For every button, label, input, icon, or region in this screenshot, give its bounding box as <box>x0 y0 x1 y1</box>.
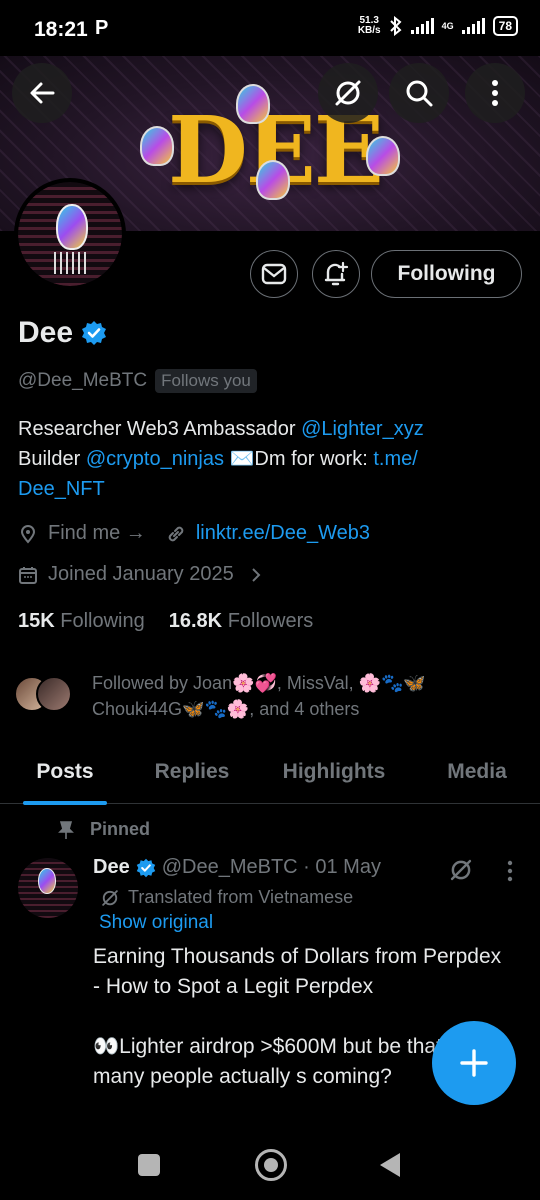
back-button[interactable] <box>12 63 72 123</box>
bio-mention-crypto-ninjas[interactable]: @crypto_ninjas <box>86 448 224 470</box>
translated-notice: Translated from Vietnamese <box>100 887 353 908</box>
link-icon <box>168 526 184 541</box>
profile-meta-joined[interactable]: Joined January 2025 <box>18 563 266 586</box>
banner-character <box>366 136 400 176</box>
follower-avatar <box>36 676 72 712</box>
compose-button[interactable] <box>432 1021 516 1105</box>
post-more-icon[interactable] <box>507 860 513 882</box>
post-grok-icon[interactable] <box>448 857 474 883</box>
verified-badge-icon[interactable] <box>81 320 107 346</box>
grok-icon <box>335 80 361 106</box>
status-bar: 18:21 P 51.3 KB/s 4G 78 <box>0 0 540 56</box>
bio-text: Researcher Web3 Ambassador <box>18 418 302 440</box>
website-link[interactable]: linktr.ee/Dee_Web3 <box>196 522 370 545</box>
tab-highlights[interactable]: Highlights <box>254 740 414 804</box>
followers-count-link[interactable]: 16.8K Followers <box>169 610 314 633</box>
tab-media[interactable]: Media <box>414 740 540 804</box>
status-icons: 51.3 KB/s 4G 78 <box>358 16 518 36</box>
battery-icon: 78 <box>492 16 518 36</box>
compose-plus-icon <box>460 1049 488 1077</box>
recents-button[interactable] <box>138 1154 160 1176</box>
home-button[interactable] <box>255 1149 287 1181</box>
show-original-link[interactable]: Show original <box>99 912 213 934</box>
followed-by-text: Followed by Joan🌸💞, MissVal, 🌸🐾🦋 Chouki4… <box>92 670 532 722</box>
location-text: Find me → <box>48 522 146 544</box>
notification-bell-plus-icon <box>324 261 349 286</box>
pin-icon <box>58 820 74 839</box>
notifications-button[interactable] <box>312 250 360 298</box>
pinned-label: Pinned <box>90 819 151 839</box>
message-icon <box>261 263 287 285</box>
following-button[interactable]: Following <box>371 250 522 298</box>
post-handle-date: @Dee_MeBTC · 01 May <box>161 856 381 878</box>
profile-name: Dee <box>18 316 74 349</box>
tab-posts[interactable]: Posts <box>0 740 130 804</box>
banner-character <box>256 160 290 200</box>
post-author-name[interactable]: Dee <box>93 856 130 879</box>
bluetooth-icon <box>389 16 402 36</box>
verified-badge-icon <box>136 858 155 877</box>
profile-name-row: Dee <box>18 316 107 350</box>
tab-replies[interactable]: Replies <box>130 740 254 804</box>
message-button[interactable] <box>250 250 298 298</box>
followed-by-line1: Followed by Joan🌸💞, MissVal, 🌸🐾🦋 <box>92 673 426 693</box>
post-author-avatar[interactable] <box>18 858 78 918</box>
profile-tabs: Posts Replies Highlights Media <box>0 740 540 804</box>
notification-p-icon: P <box>95 17 109 39</box>
profile-avatar[interactable] <box>14 178 126 290</box>
profile-handle: @Dee_MeBTC <box>18 370 148 391</box>
chevron-right-icon <box>251 567 261 582</box>
bio-text: Builder <box>18 448 86 470</box>
profile-bio: Researcher Web3 Ambassador @Lighter_xyz … <box>18 414 518 504</box>
bio-text: ✉️Dm for work: <box>223 448 374 470</box>
banner-character <box>140 126 174 166</box>
bio-link-telegram[interactable]: t.me/ <box>373 448 417 470</box>
net-speed-unit: KB/s <box>357 25 381 36</box>
followers-label: Followers <box>227 610 314 632</box>
pinned-label-row: Pinned <box>58 819 150 840</box>
search-button[interactable] <box>389 63 449 123</box>
calendar-icon <box>19 566 37 584</box>
status-time: 18:21 <box>34 18 88 41</box>
grok-button[interactable] <box>318 63 378 123</box>
search-icon <box>406 80 433 107</box>
follows-you-badge: Follows you <box>155 369 257 393</box>
following-count: 15K <box>18 610 55 632</box>
back-nav-button[interactable] <box>380 1153 400 1177</box>
followed-by-avatars <box>14 676 86 712</box>
location-icon <box>20 524 36 544</box>
android-nav-bar <box>0 1136 540 1200</box>
followers-count: 16.8K <box>168 610 223 632</box>
avatar-character-body <box>54 252 90 274</box>
avatar-character-head <box>56 204 88 250</box>
translate-icon <box>102 889 118 906</box>
bio-link-telegram-cont[interactable]: Dee_NFT <box>18 478 105 500</box>
followed-by-line2: Chouki44G🦋🐾🌸, and 4 others <box>92 699 360 719</box>
following-label: Following <box>60 610 145 632</box>
following-count-link[interactable]: 15K Following <box>18 610 145 633</box>
back-arrow-icon <box>30 82 55 104</box>
network-type: 4G <box>441 21 454 31</box>
signal-icon <box>410 18 434 34</box>
handle-row: @Dee_MeBTC Follows you <box>18 369 257 393</box>
banner-character <box>236 84 270 124</box>
post-header: Dee @Dee_MeBTC · 01 May <box>93 856 381 879</box>
signal-icon-2 <box>461 18 485 34</box>
bio-mention-lighter[interactable]: @Lighter_xyz <box>301 418 424 440</box>
translated-text: Translated from Vietnamese <box>128 887 354 907</box>
post-paragraph: Earning Thousands of Dollars from Perpde… <box>93 945 502 998</box>
post-avatar-head <box>38 868 56 894</box>
more-button[interactable] <box>465 63 525 123</box>
more-vertical-icon <box>492 80 498 106</box>
joined-date: Joined January 2025 <box>48 563 234 585</box>
profile-meta-location: Find me → linktr.ee/Dee_Web3 <box>18 522 370 545</box>
follow-counts: 15K Following 16.8K Followers <box>18 610 313 633</box>
net-speed: 51.3 KB/s <box>358 16 381 36</box>
